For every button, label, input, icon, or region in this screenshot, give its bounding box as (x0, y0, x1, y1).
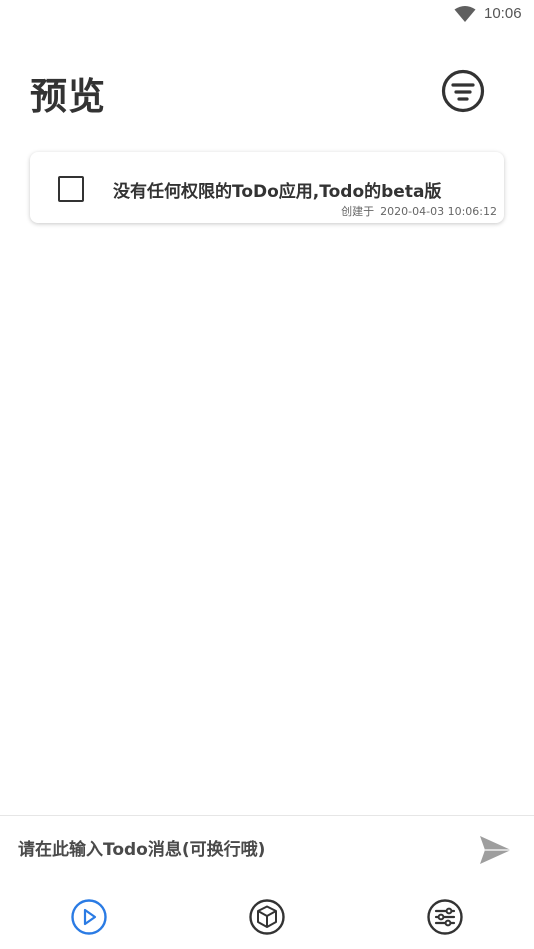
todo-created-time: 2020-04-03 10:06:12 (380, 205, 497, 218)
filter-button[interactable] (440, 68, 486, 114)
nav-settings-tab[interactable] (425, 897, 465, 937)
todo-checkbox[interactable] (58, 176, 84, 202)
send-icon (480, 836, 511, 864)
nav-preview-tab[interactable] (69, 897, 109, 937)
todo-message-input[interactable] (18, 836, 458, 864)
status-bar: 10:06 (0, 0, 534, 30)
nav-box-tab[interactable] (247, 897, 287, 937)
todo-item[interactable]: 没有任何权限的ToDo应用,Todo的beta版 创建于 2020-04-03 1… (30, 152, 504, 223)
send-button[interactable] (476, 833, 514, 867)
cube-icon (249, 899, 285, 935)
filter-icon (441, 69, 485, 113)
status-time: 10:06 (484, 5, 522, 22)
wifi-icon (454, 6, 476, 22)
todo-created-label: 创建于 (341, 205, 375, 218)
page-title: 预览 (30, 75, 106, 118)
play-circle-icon (71, 899, 107, 935)
todo-created-meta: 创建于 2020-04-03 10:06:12 (341, 203, 497, 219)
sliders-circle-icon (427, 899, 463, 935)
todo-input-bar (0, 815, 534, 883)
todo-text: 没有任何权限的ToDo应用,Todo的beta版 (113, 182, 442, 202)
bottom-nav (0, 883, 534, 949)
